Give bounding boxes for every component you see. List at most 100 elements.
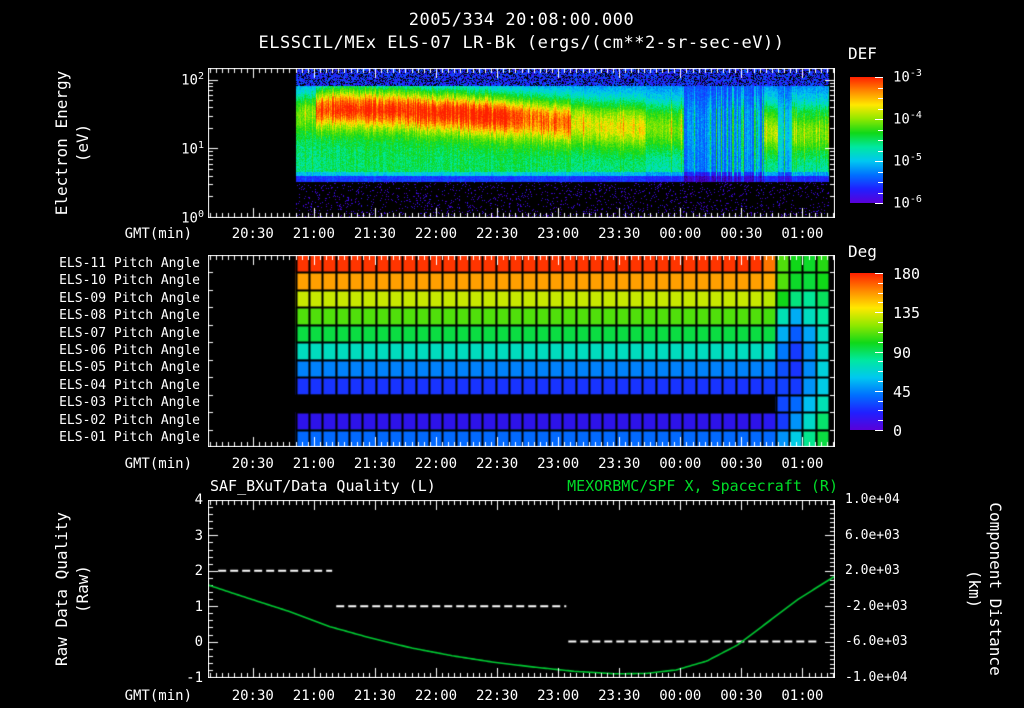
- time-tick-label: 22:30: [475, 688, 519, 704]
- time-tick-label: 01:00: [781, 688, 824, 704]
- def-colorbar-title: DEF: [848, 44, 877, 63]
- time-tick-label: 21:30: [353, 688, 396, 704]
- time-tick-label: 01:00: [781, 226, 824, 242]
- pitch-row-label: ELS-07 Pitch Angle: [59, 325, 200, 341]
- gmt-label-2: GMT(min): [124, 456, 192, 472]
- raw-quality-tick-label: 0: [194, 634, 203, 651]
- distance-tick-label: 6.0e+03: [845, 527, 900, 543]
- colorbar-tick: [875, 119, 883, 120]
- time-tick-label: 22:00: [414, 688, 458, 704]
- colorbar-tick: [878, 140, 883, 141]
- colorbar-tick: [875, 390, 883, 392]
- colorbar-tick: [878, 171, 883, 173]
- pitch-row-label: ELS-05 Pitch Angle: [59, 360, 200, 376]
- def-colorbar-tick-label: 10-6: [893, 194, 922, 212]
- time-tick-label: 00:30: [720, 226, 763, 242]
- deg-colorbar-tick-label: 180: [893, 265, 921, 283]
- colorbar-tick: [878, 282, 883, 284]
- pitch-angle-canvas: [208, 255, 835, 447]
- distance-tick-label: 1.0e+04: [845, 492, 900, 507]
- distance-tick-label: -6.0e+03: [845, 634, 908, 650]
- science-plot-screen: 2005/334 20:08:00.000 ELSSCIL/MEx ELS-07…: [0, 0, 1024, 708]
- raw-quality-tick-label: 2: [194, 563, 203, 580]
- pitch-row-label: ELS-08 Pitch Angle: [59, 308, 200, 324]
- energy-tick-label: 100: [181, 209, 204, 227]
- page-title: ELSSCIL/MEx ELS-07 LR-Bk (ergs/(cm**2-sr…: [258, 33, 785, 53]
- energy-tick-label: 102: [181, 70, 204, 89]
- colorbar-tick: [878, 150, 883, 152]
- pitch-row-label: ELS-09 Pitch Angle: [59, 290, 200, 306]
- energy-tick-label: 101: [181, 139, 204, 158]
- time-tick-label: 22:30: [475, 456, 519, 472]
- time-tick-label: 00:00: [659, 456, 702, 472]
- colorbar-tick: [878, 331, 883, 333]
- def-colorbar-tick-label: 10-5: [893, 152, 922, 170]
- bottom-left-y-axis-label: Raw Data Quality (Raw): [52, 511, 92, 667]
- deg-colorbar-tick-label: 90: [893, 343, 912, 362]
- time-tick-label: 20:30: [231, 456, 274, 472]
- spectrogram-y-axis-label: Electron Energy (eV): [52, 70, 92, 216]
- time-tick-label: 21:00: [292, 226, 335, 242]
- time-tick-label: 23:30: [598, 688, 641, 704]
- pitch-row-label: ELS-11 Pitch Angle: [59, 255, 200, 271]
- time-tick-label: 23:00: [537, 226, 580, 242]
- colorbar-tick: [878, 182, 883, 183]
- distance-tick-label: 2.0e+03: [845, 563, 900, 579]
- raw-quality-tick-label: 1: [194, 598, 203, 615]
- raw-quality-tick-label: 4: [194, 492, 203, 508]
- time-tick-label: 22:00: [414, 226, 458, 242]
- deg-colorbar-title: Deg: [848, 242, 877, 261]
- raw-quality-tick-label: -1: [186, 670, 203, 686]
- spectrogram-canvas: [208, 68, 835, 218]
- line-plot-canvas: [208, 500, 835, 678]
- colorbar-tick: [875, 430, 883, 431]
- colorbar-tick: [878, 400, 883, 402]
- colorbar-tick: [875, 203, 883, 204]
- def-colorbar-tick-label: 10-3: [893, 68, 922, 86]
- colorbar-tick: [878, 192, 883, 194]
- colorbar-tick: [875, 312, 883, 314]
- colorbar-tick: [875, 273, 883, 274]
- colorbar-tick: [878, 420, 883, 422]
- time-tick-label: 21:30: [353, 456, 396, 472]
- colorbar-tick: [878, 322, 883, 324]
- colorbar-tick: [878, 341, 883, 343]
- colorbar-tick: [878, 98, 883, 99]
- time-tick-label: 21:00: [292, 456, 335, 472]
- colorbar-tick: [875, 351, 883, 353]
- colorbar-tick: [878, 371, 883, 373]
- time-tick-label: 21:00: [292, 688, 335, 704]
- time-tick-label: 22:30: [475, 226, 519, 242]
- colorbar-tick: [878, 380, 883, 382]
- colorbar-tick: [878, 108, 883, 110]
- gmt-label-1: GMT(min): [124, 226, 192, 242]
- bottom-right-y-axis-label: Component Distance (km): [965, 502, 1005, 676]
- time-tick-label: 22:00: [414, 456, 458, 472]
- time-tick-label: 00:30: [720, 456, 763, 472]
- time-tick-label: 20:30: [231, 226, 274, 242]
- pitch-row-label: ELS-01 Pitch Angle: [59, 430, 200, 446]
- colorbar-tick: [878, 361, 883, 363]
- bottom-right-series-title: MEXORBMC/SPF X, Spacecraft (R): [567, 477, 838, 495]
- pitch-row-label: ELS-03 Pitch Angle: [59, 395, 200, 411]
- time-tick-label: 00:00: [659, 226, 702, 242]
- pitch-row-label: ELS-10 Pitch Angle: [59, 273, 200, 289]
- time-tick-label: 01:00: [781, 456, 824, 472]
- time-tick-label: 23:00: [537, 456, 580, 472]
- distance-tick-label: -2.0e+03: [845, 598, 908, 614]
- deg-colorbar-tick-label: 0: [893, 422, 903, 440]
- time-tick-label: 23:00: [537, 688, 580, 704]
- colorbar-tick: [875, 161, 883, 162]
- gmt-label-3: GMT(min): [124, 688, 192, 704]
- colorbar-tick: [875, 77, 883, 78]
- bottom-left-series-title: SAF_BXuT/Data Quality (L): [210, 477, 436, 495]
- colorbar-tick: [878, 302, 883, 304]
- raw-quality-tick-label: 3: [194, 527, 203, 544]
- def-colorbar-tick-label: 10-4: [893, 110, 922, 128]
- pitch-row-label: ELS-02 Pitch Angle: [59, 412, 200, 428]
- pitch-row-label: ELS-04 Pitch Angle: [59, 377, 200, 393]
- time-tick-label: 00:30: [720, 688, 763, 704]
- colorbar-tick: [878, 292, 883, 294]
- colorbar-tick: [878, 87, 883, 89]
- deg-colorbar-tick-label: 135: [893, 304, 921, 323]
